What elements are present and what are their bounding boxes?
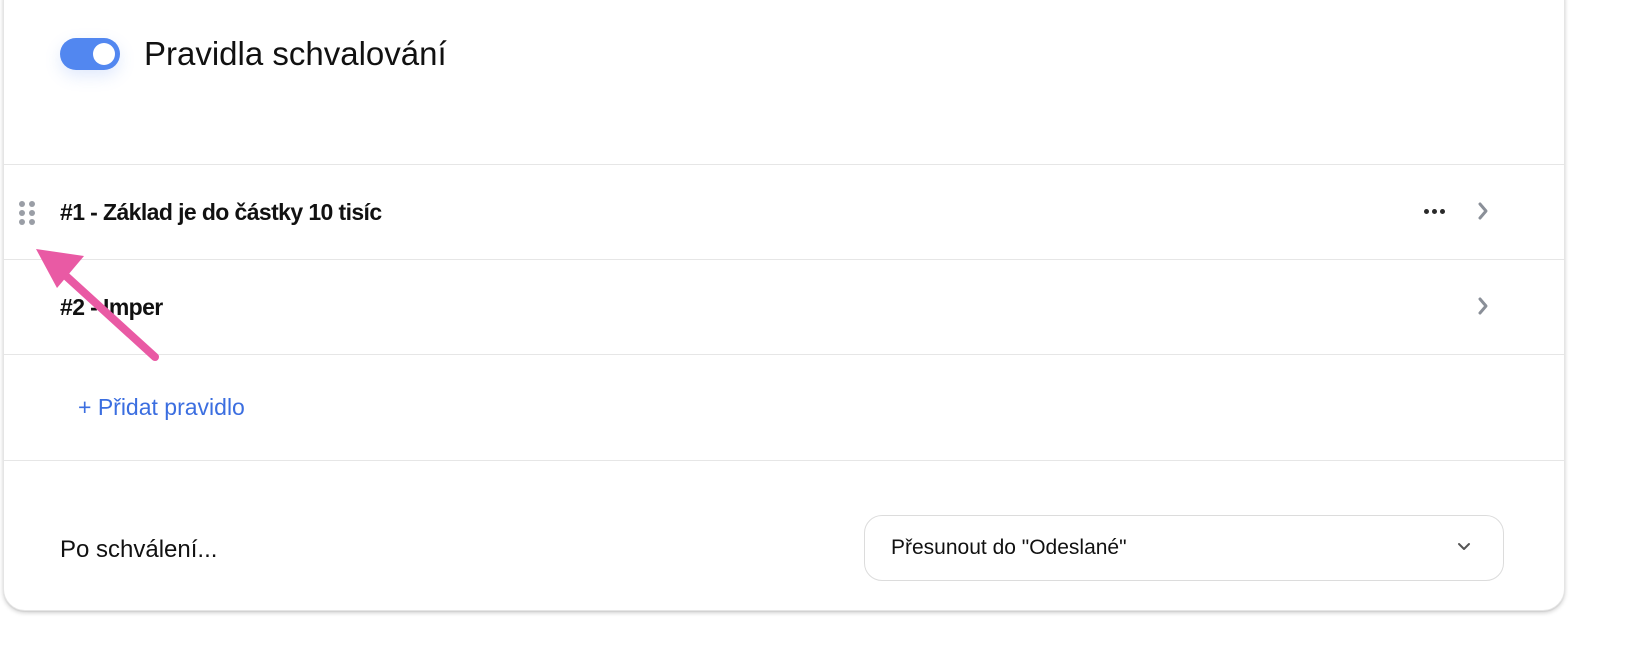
rule-title: #2 - Imper bbox=[60, 294, 163, 320]
divider bbox=[4, 460, 1564, 461]
rule-row-1[interactable]: #1 - Základ je do částky 10 tisíc bbox=[4, 165, 1564, 259]
after-approval-label: Po schválení... bbox=[60, 536, 218, 563]
rule-row-2[interactable]: #2 - Imper bbox=[4, 260, 1564, 354]
drag-dot bbox=[19, 201, 25, 207]
more-horizontal-icon[interactable] bbox=[1417, 199, 1451, 223]
approval-rules-toggle[interactable] bbox=[60, 38, 120, 70]
more-dot bbox=[1431, 208, 1437, 214]
drag-dot bbox=[29, 201, 35, 207]
select-value: Přesunout do "Odeslané" bbox=[891, 536, 1127, 559]
divider bbox=[4, 354, 1564, 355]
approval-rules-card: Pravidla schvalování #1 - Základ je do č… bbox=[3, 0, 1565, 611]
more-dot bbox=[1439, 208, 1445, 214]
toggle-knob bbox=[93, 43, 115, 65]
chevron-right-icon[interactable] bbox=[1476, 296, 1490, 316]
more-dot bbox=[1423, 208, 1429, 214]
add-rule-link[interactable]: + Přidat pravidlo bbox=[78, 393, 245, 421]
chevron-right-icon[interactable] bbox=[1476, 201, 1490, 221]
drag-dot bbox=[19, 210, 25, 216]
card-title: Pravidla schvalování bbox=[144, 35, 447, 72]
chevron-down-icon bbox=[1458, 543, 1470, 550]
after-approval-select[interactable]: Přesunout do "Odeslané" bbox=[864, 515, 1504, 581]
rule-title: #1 - Základ je do částky 10 tisíc bbox=[60, 199, 382, 225]
drag-dot bbox=[29, 210, 35, 216]
drag-dot bbox=[29, 219, 35, 225]
drag-handle-icon[interactable] bbox=[19, 201, 35, 225]
drag-dot bbox=[19, 219, 25, 225]
card-header: Pravidla schvalování bbox=[4, 1, 1564, 141]
